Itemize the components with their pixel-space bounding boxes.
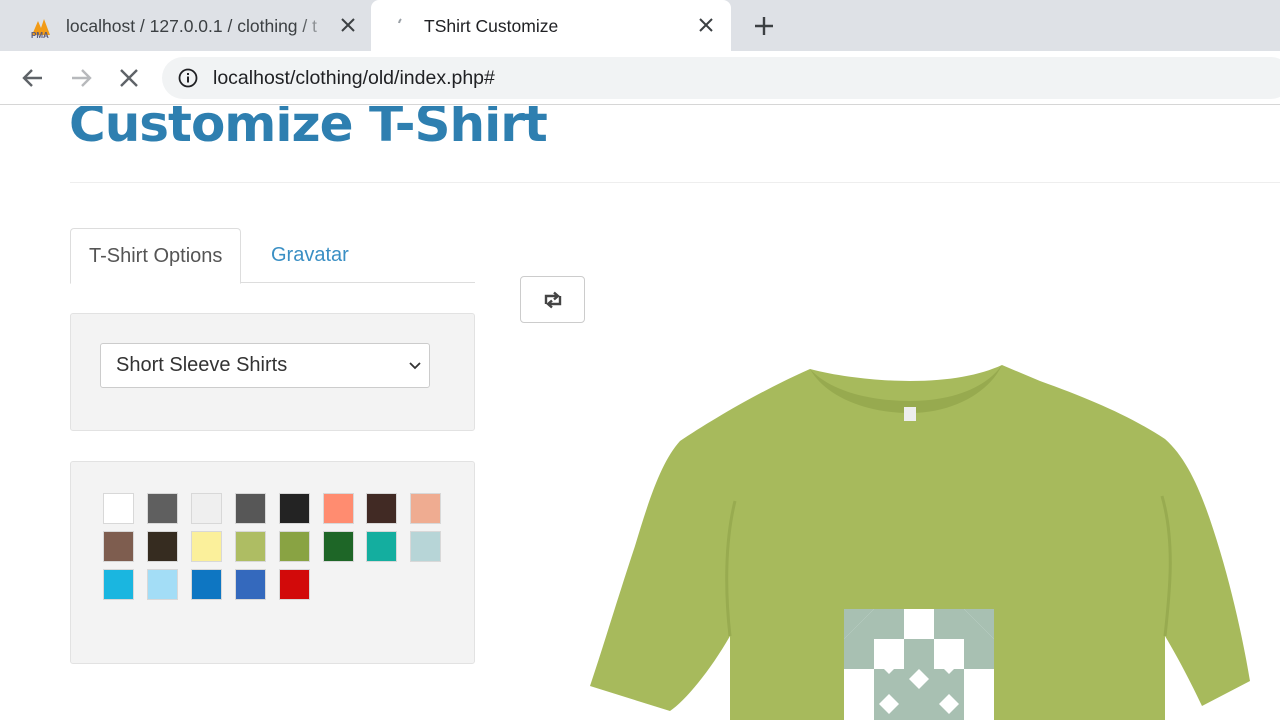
color-swatch[interactable] bbox=[366, 493, 397, 524]
close-tab-icon[interactable] bbox=[695, 14, 717, 36]
color-swatch[interactable] bbox=[366, 531, 397, 562]
url-text[interactable]: localhost/clothing/old/index.php# bbox=[213, 67, 495, 89]
color-swatch[interactable] bbox=[191, 569, 222, 600]
shirt-type-panel: Short Sleeve Shirts bbox=[70, 313, 475, 431]
forward-arrow-icon[interactable] bbox=[68, 65, 94, 91]
color-swatch[interactable] bbox=[147, 493, 178, 524]
tab-title: localhost / 127.0.0.1 / clothing / t bbox=[66, 16, 317, 36]
address-bar[interactable]: localhost/clothing/old/index.php# bbox=[162, 57, 1280, 99]
browser-tab-strip: PMA localhost / 127.0.0.1 / clothing / t… bbox=[0, 0, 1280, 51]
browser-tab-tshirt-customize[interactable]: TShirt Customize bbox=[371, 0, 731, 51]
new-tab-icon[interactable] bbox=[751, 13, 777, 39]
color-swatch[interactable] bbox=[191, 493, 222, 524]
color-swatch[interactable] bbox=[147, 569, 178, 600]
page-loading-icon bbox=[398, 18, 402, 24]
stop-loading-icon[interactable] bbox=[116, 65, 142, 91]
color-swatch[interactable] bbox=[235, 531, 266, 562]
browser-tab-phpmyadmin[interactable]: PMA localhost / 127.0.0.1 / clothing / t bbox=[0, 0, 370, 51]
tab-tshirt-options[interactable]: T-Shirt Options bbox=[70, 228, 242, 284]
browser-toolbar: localhost/clothing/old/index.php# bbox=[0, 51, 1280, 105]
close-tab-icon[interactable] bbox=[337, 14, 359, 36]
page-title: Customize T-Shirt bbox=[69, 106, 548, 153]
color-swatch[interactable] bbox=[279, 569, 310, 600]
color-swatch[interactable] bbox=[323, 531, 354, 562]
color-swatch[interactable] bbox=[147, 531, 178, 562]
color-swatch[interactable] bbox=[410, 531, 441, 562]
options-tabs: T-Shirt Options Gravatar bbox=[70, 228, 475, 284]
color-swatch[interactable] bbox=[103, 531, 134, 562]
flip-retweet-icon bbox=[544, 291, 562, 309]
color-swatch[interactable] bbox=[235, 493, 266, 524]
page-content: Customize T-Shirt T-Shirt Options Gravat… bbox=[0, 106, 1280, 720]
tab-gravatar[interactable]: Gravatar bbox=[253, 228, 367, 284]
back-arrow-icon[interactable] bbox=[20, 65, 46, 91]
color-swatch[interactable] bbox=[279, 493, 310, 524]
shirt-type-select[interactable]: Short Sleeve Shirts bbox=[100, 343, 430, 388]
color-swatch[interactable] bbox=[191, 531, 222, 562]
color-swatch[interactable] bbox=[103, 493, 134, 524]
gravatar-design bbox=[844, 609, 994, 720]
phpmyadmin-icon: PMA bbox=[31, 19, 50, 39]
color-swatch[interactable] bbox=[103, 569, 134, 600]
title-divider bbox=[70, 182, 1280, 183]
info-icon[interactable] bbox=[178, 68, 198, 88]
flip-button[interactable] bbox=[520, 276, 585, 323]
color-panel bbox=[70, 461, 475, 664]
tab-title: TShirt Customize bbox=[424, 16, 559, 36]
color-swatch[interactable] bbox=[235, 569, 266, 600]
color-swatch[interactable] bbox=[279, 531, 310, 562]
svg-text:PMA: PMA bbox=[31, 31, 49, 39]
shirt-type-selected: Short Sleeve Shirts bbox=[116, 354, 288, 376]
color-swatch[interactable] bbox=[410, 493, 441, 524]
color-swatch[interactable] bbox=[323, 493, 354, 524]
chevron-down-icon bbox=[409, 362, 421, 370]
